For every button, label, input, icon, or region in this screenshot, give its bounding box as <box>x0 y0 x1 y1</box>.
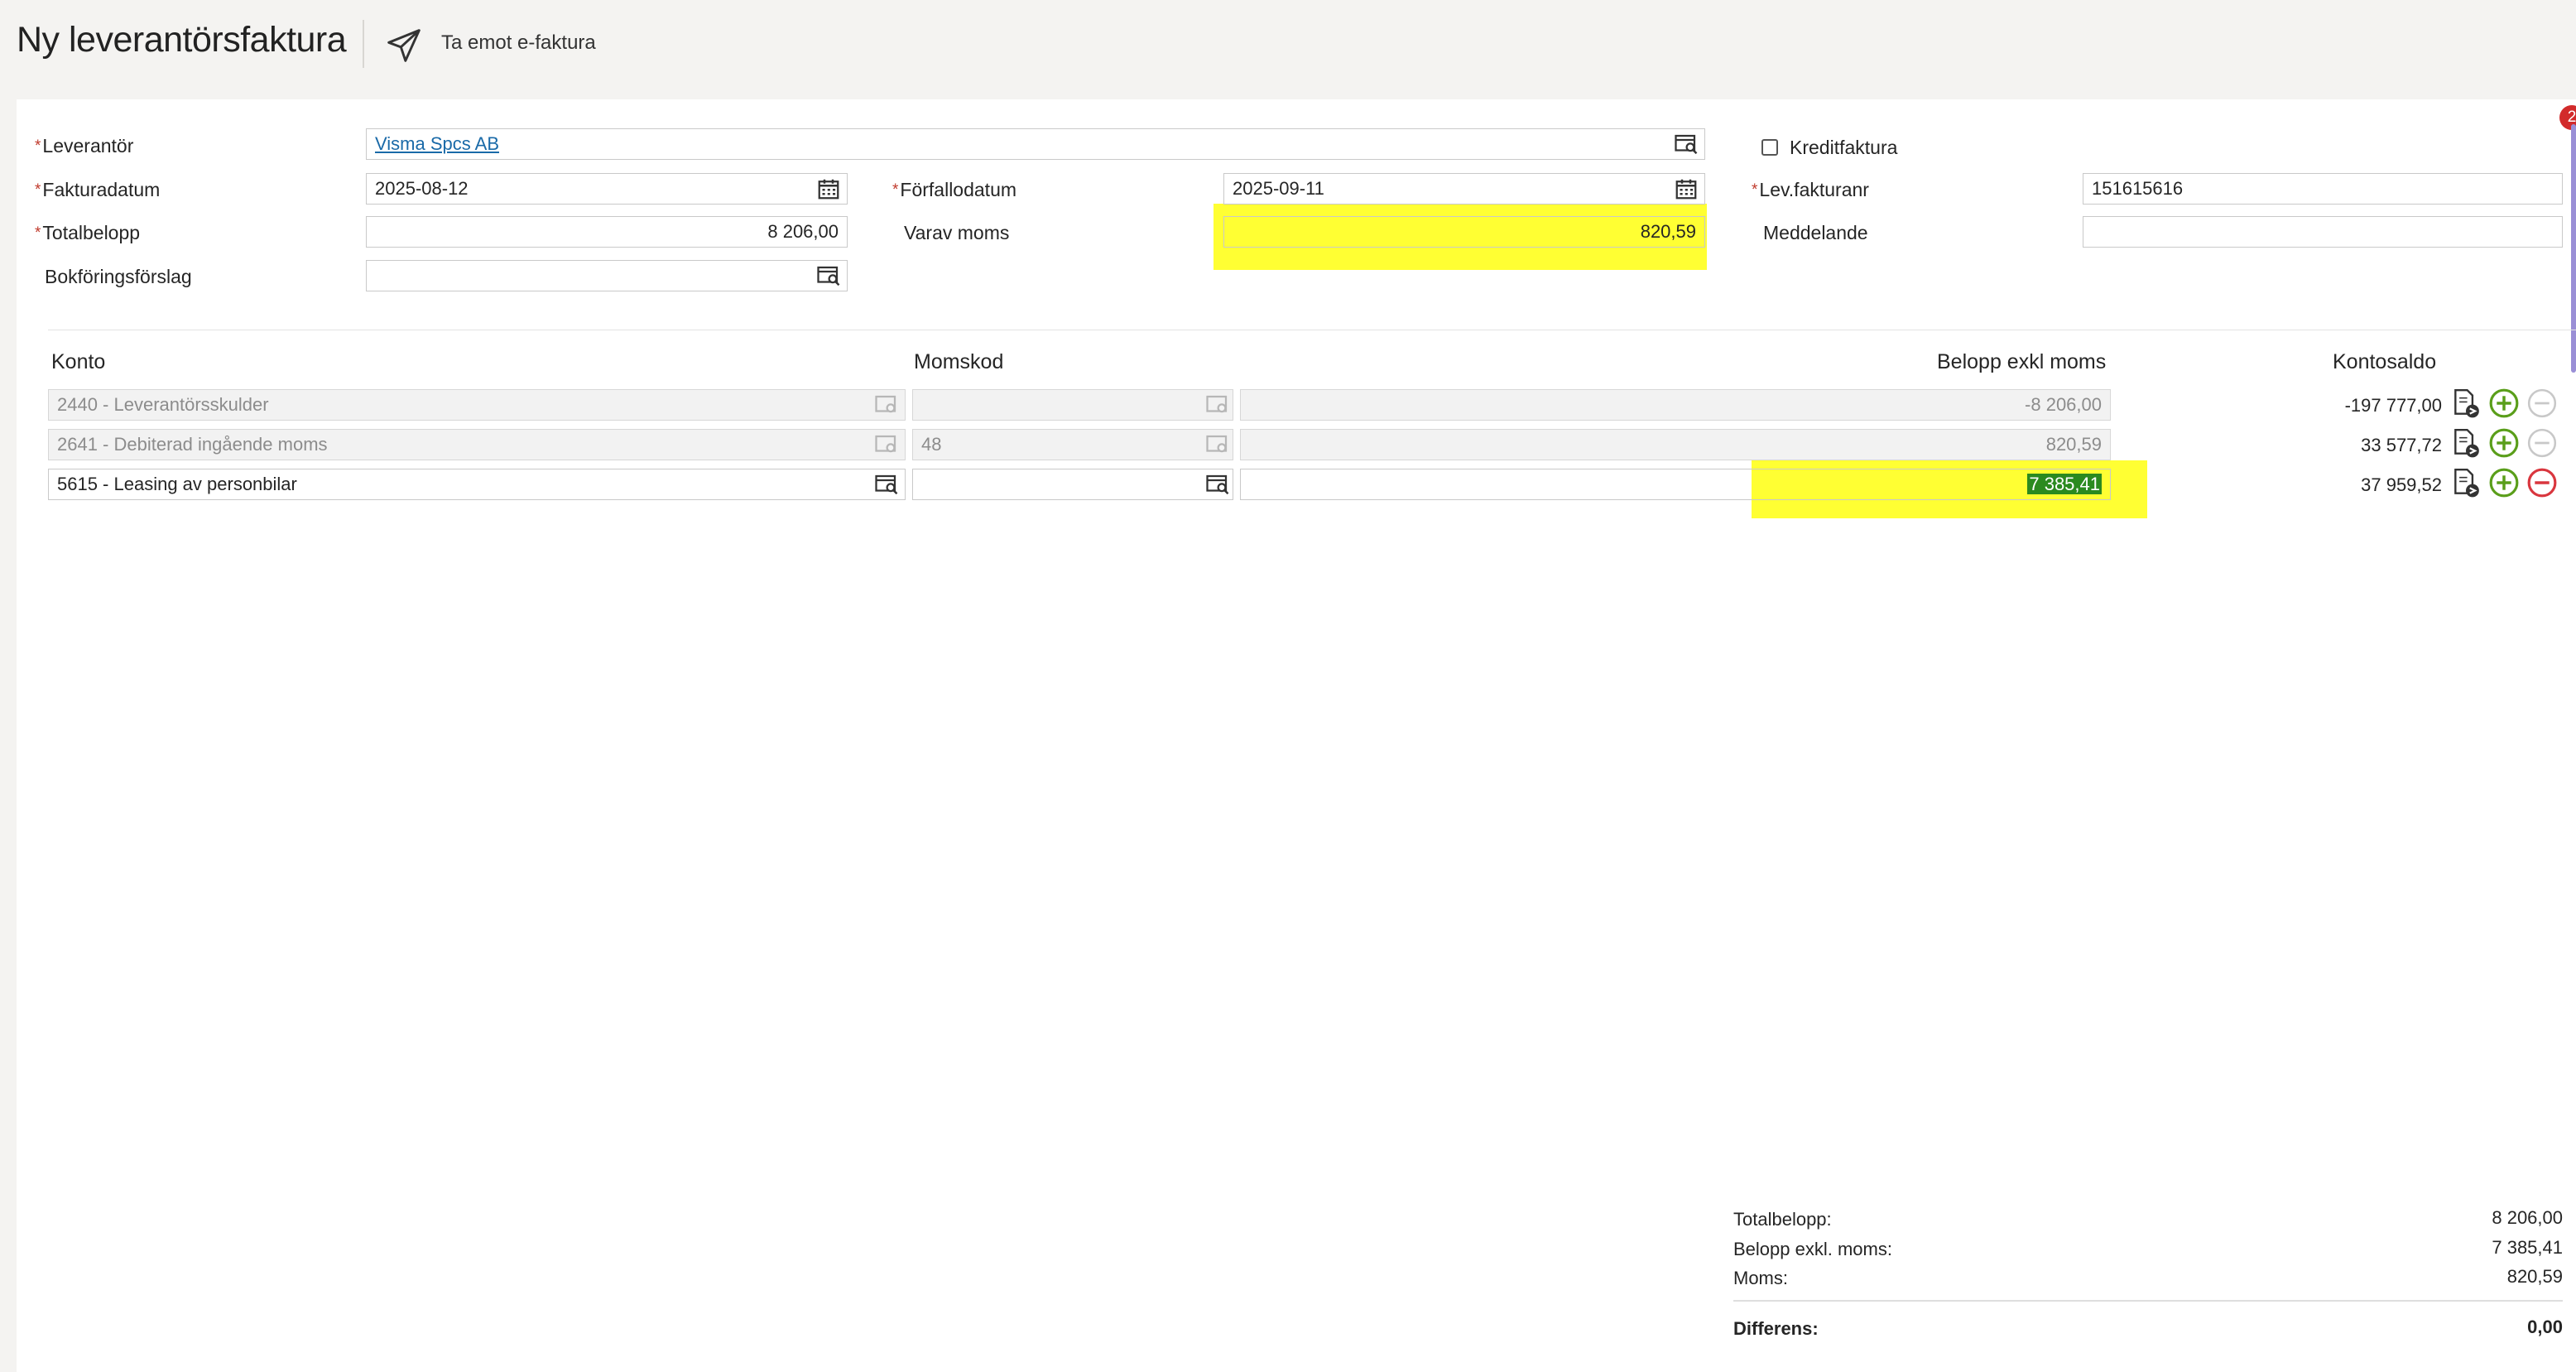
leverantor-label: *Leverantör <box>35 135 134 156</box>
totalbelopp-field[interactable]: 8 206,00 <box>366 216 848 248</box>
add-row-icon[interactable] <box>2488 388 2520 419</box>
send-icon[interactable] <box>386 27 422 64</box>
bokforingsforslag-field[interactable] <box>366 260 848 291</box>
row3-konto-field[interactable]: 5615 - Leasing av personbilar <box>48 469 906 500</box>
scrollbar[interactable] <box>2571 124 2576 373</box>
lookup-icon[interactable] <box>816 263 841 288</box>
sum-totalbelopp-value: 8 206,00 <box>2492 1207 2563 1228</box>
lookup-icon <box>1206 435 1228 453</box>
sum-diff-value: 0,00 <box>2527 1317 2563 1337</box>
sum-exkl-label: Belopp exkl. moms: <box>1733 1239 1892 1259</box>
sum-exkl-value: 7 385,41 <box>2492 1237 2563 1258</box>
leverantor-field[interactable]: Visma Spcs AB <box>366 128 1705 160</box>
bokforingsforslag-label: Bokföringsförslag <box>45 266 192 287</box>
col-konto-header: Konto <box>51 350 106 373</box>
lookup-icon[interactable] <box>1205 472 1230 497</box>
voucher-doc-icon[interactable] <box>2450 388 2482 419</box>
leverantor-link[interactable]: Visma Spcs AB <box>375 133 499 154</box>
lookup-icon[interactable] <box>874 472 899 497</box>
sum-moms-value: 820,59 <box>2506 1266 2563 1287</box>
lookup-icon <box>875 395 896 413</box>
voucher-doc-icon[interactable] <box>2450 467 2482 498</box>
kreditfaktura-label: Kreditfaktura <box>1790 137 1898 158</box>
lookup-icon[interactable] <box>1674 132 1699 156</box>
lev-fakturanr-field[interactable]: 151615616 <box>2083 173 2563 205</box>
sum-totalbelopp-label: Totalbelopp: <box>1733 1209 1832 1230</box>
lev-fakturanr-label: *Lev.fakturanr <box>1752 179 1869 200</box>
remove-row-icon[interactable] <box>2526 467 2558 498</box>
calendar-icon[interactable] <box>1674 176 1699 201</box>
calendar-icon[interactable] <box>816 176 841 201</box>
remove-row-icon <box>2527 388 2557 418</box>
fakturadatum-label: *Fakturadatum <box>35 179 161 200</box>
add-row-icon[interactable] <box>2488 467 2520 498</box>
lookup-icon <box>1206 395 1228 413</box>
lookup-icon <box>875 435 896 453</box>
voucher-doc-icon[interactable] <box>2450 427 2482 459</box>
row3-belopp-field[interactable]: 7 385,41 <box>1240 469 2111 500</box>
col-belopp-header: Belopp exkl moms <box>1937 350 2107 373</box>
row2-momskod-field: 48 <box>912 429 1233 460</box>
sum-diff-label: Differens: <box>1733 1318 1819 1339</box>
row1-belopp-field: -8 206,00 <box>1240 389 2111 421</box>
row3-momskod-field[interactable] <box>912 469 1233 500</box>
forfallodatum-field[interactable]: 2025-09-11 <box>1223 173 1705 205</box>
meddelande-label: Meddelande <box>1763 222 1868 243</box>
col-momskod-header: Momskod <box>914 350 1004 373</box>
varav-moms-label: Varav moms <box>904 222 1010 243</box>
fakturadatum-field[interactable]: 2025-08-12 <box>366 173 848 205</box>
summary-divider <box>1733 1300 2563 1302</box>
add-row-icon[interactable] <box>2488 427 2520 459</box>
sum-moms-label: Moms: <box>1733 1268 1788 1288</box>
row2-belopp-field: 820,59 <box>1240 429 2111 460</box>
remove-row-icon <box>2527 428 2557 458</box>
row1-saldo: -197 777,00 <box>2344 395 2442 416</box>
row1-konto-field: 2440 - Leverantörsskulder <box>48 389 906 421</box>
meddelande-field[interactable] <box>2083 216 2563 248</box>
header-divider <box>363 20 364 68</box>
row3-belopp-selected: 7 385,41 <box>2027 474 2102 494</box>
page-title: Ny leverantörsfaktura <box>17 20 347 60</box>
forfallodatum-label: *Förfallodatum <box>892 179 1017 200</box>
col-kontosaldo-header: Kontosaldo <box>2333 350 2437 373</box>
receive-einvoice-button[interactable]: Ta emot e-faktura <box>441 31 596 55</box>
totalbelopp-label: *Totalbelopp <box>35 222 141 243</box>
row2-konto-field: 2641 - Debiterad ingående moms <box>48 429 906 460</box>
row1-momskod-field <box>912 389 1233 421</box>
row3-saldo: 37 959,52 <box>2361 474 2442 495</box>
row2-saldo: 33 577,72 <box>2361 435 2442 455</box>
kreditfaktura-checkbox[interactable] <box>1761 139 1778 156</box>
varav-moms-field[interactable]: 820,59 <box>1223 216 1705 248</box>
